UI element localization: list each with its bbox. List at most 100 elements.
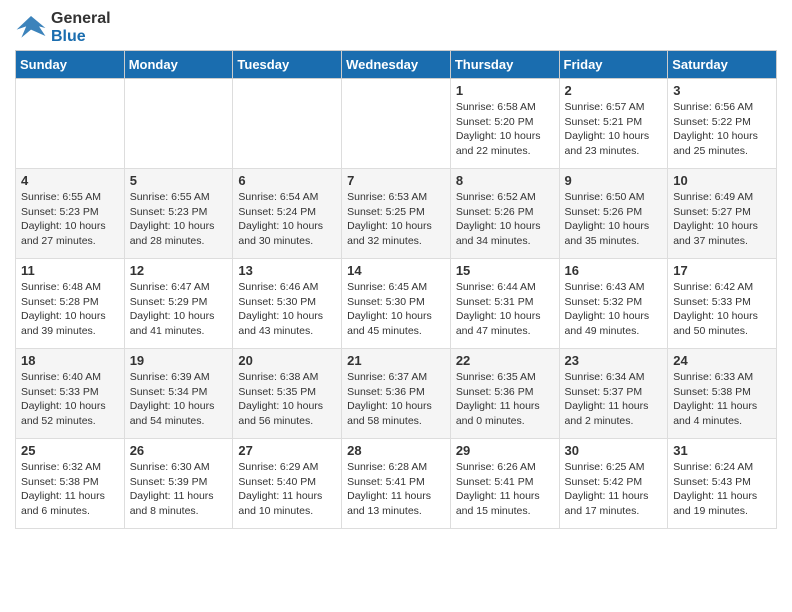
calendar-table: SundayMondayTuesdayWednesdayThursdayFrid… <box>15 50 777 529</box>
calendar-cell: 2Sunrise: 6:57 AM Sunset: 5:21 PM Daylig… <box>559 79 668 169</box>
calendar-cell: 5 Sunrise: 6:55 AM Sunset: 5:23 PM Daylig… <box>124 169 233 259</box>
weekday-header: Wednesday <box>342 51 451 79</box>
day-info: Sunrise: 6:42 AM Sunset: 5:33 PM Dayligh… <box>673 280 771 339</box>
day-info: Sunrise: 6:45 AM Sunset: 5:30 PM Dayligh… <box>347 280 445 339</box>
calendar-cell: 6 Sunrise: 6:54 AM Sunset: 5:24 PM Daylig… <box>233 169 342 259</box>
day-info: Sunrise: 6:49 AM Sunset: 5:27 PM Dayligh… <box>673 190 771 249</box>
day-info: Sunrise: 6:58 AM Sunset: 5:20 PM Dayligh… <box>456 100 554 159</box>
calendar-cell: 31 Sunrise: 6:24 AM Sunset: 5:43 PM Dayli… <box>668 439 777 529</box>
day-info: Sunrise: 6:56 AM Sunset: 5:22 PM Dayligh… <box>673 100 771 159</box>
day-number: 14 <box>347 263 445 278</box>
day-info: Sunrise: 6:28 AM Sunset: 5:41 PM Dayligh… <box>347 460 445 519</box>
calendar-cell: 24 Sunrise: 6:33 AM Sunset: 5:38 PM Dayli… <box>668 349 777 439</box>
day-number: 23 <box>565 353 663 368</box>
day-info: Sunrise: 6:32 AM Sunset: 5:38 PM Dayligh… <box>21 460 119 519</box>
day-number: 28 <box>347 443 445 458</box>
calendar-cell: 23 Sunrise: 6:34 AM Sunset: 5:37 PM Dayli… <box>559 349 668 439</box>
calendar-cell: 10Sunrise: 6:49 AM Sunset: 5:27 PM Dayli… <box>668 169 777 259</box>
calendar-cell: 19 Sunrise: 6:39 AM Sunset: 5:34 PM Dayli… <box>124 349 233 439</box>
calendar-cell: 3 Sunrise: 6:56 AM Sunset: 5:22 PM Daylig… <box>668 79 777 169</box>
calendar-cell <box>16 79 125 169</box>
weekday-header: Sunday <box>16 51 125 79</box>
calendar-cell: 20Sunrise: 6:38 AM Sunset: 5:35 PM Dayli… <box>233 349 342 439</box>
logo-icon <box>15 12 47 44</box>
calendar-cell: 17 Sunrise: 6:42 AM Sunset: 5:33 PM Dayli… <box>668 259 777 349</box>
calendar-cell: 7 Sunrise: 6:53 AM Sunset: 5:25 PM Daylig… <box>342 169 451 259</box>
day-info: Sunrise: 6:33 AM Sunset: 5:38 PM Dayligh… <box>673 370 771 429</box>
calendar-cell: 18 Sunrise: 6:40 AM Sunset: 5:33 PM Dayli… <box>16 349 125 439</box>
day-info: Sunrise: 6:43 AM Sunset: 5:32 PM Dayligh… <box>565 280 663 339</box>
calendar-cell <box>124 79 233 169</box>
logo: General Blue <box>15 10 111 46</box>
day-number: 8 <box>456 173 554 188</box>
day-number: 30 <box>565 443 663 458</box>
calendar-cell: 12Sunrise: 6:47 AM Sunset: 5:29 PM Dayli… <box>124 259 233 349</box>
day-number: 2 <box>565 83 663 98</box>
day-number: 24 <box>673 353 771 368</box>
day-info: Sunrise: 6:40 AM Sunset: 5:33 PM Dayligh… <box>21 370 119 429</box>
day-number: 6 <box>238 173 336 188</box>
day-info: Sunrise: 6:29 AM Sunset: 5:40 PM Dayligh… <box>238 460 336 519</box>
day-number: 1 <box>456 83 554 98</box>
day-number: 26 <box>130 443 228 458</box>
day-info: Sunrise: 6:35 AM Sunset: 5:36 PM Dayligh… <box>456 370 554 429</box>
calendar-week-row: 18 Sunrise: 6:40 AM Sunset: 5:33 PM Dayli… <box>16 349 777 439</box>
calendar-cell: 15Sunrise: 6:44 AM Sunset: 5:31 PM Dayli… <box>450 259 559 349</box>
day-info: Sunrise: 6:24 AM Sunset: 5:43 PM Dayligh… <box>673 460 771 519</box>
day-info: Sunrise: 6:37 AM Sunset: 5:36 PM Dayligh… <box>347 370 445 429</box>
calendar-cell: 14 Sunrise: 6:45 AM Sunset: 5:30 PM Dayli… <box>342 259 451 349</box>
calendar-cell: 8 Sunrise: 6:52 AM Sunset: 5:26 PM Daylig… <box>450 169 559 259</box>
day-info: Sunrise: 6:48 AM Sunset: 5:28 PM Dayligh… <box>21 280 119 339</box>
calendar-week-row: 1 Sunrise: 6:58 AM Sunset: 5:20 PM Daylig… <box>16 79 777 169</box>
calendar-cell <box>233 79 342 169</box>
day-info: Sunrise: 6:46 AM Sunset: 5:30 PM Dayligh… <box>238 280 336 339</box>
day-number: 17 <box>673 263 771 278</box>
calendar-week-row: 25 Sunrise: 6:32 AM Sunset: 5:38 PM Dayli… <box>16 439 777 529</box>
calendar-cell: 30 Sunrise: 6:25 AM Sunset: 5:42 PM Dayli… <box>559 439 668 529</box>
day-info: Sunrise: 6:30 AM Sunset: 5:39 PM Dayligh… <box>130 460 228 519</box>
weekday-header: Friday <box>559 51 668 79</box>
day-info: Sunrise: 6:50 AM Sunset: 5:26 PM Dayligh… <box>565 190 663 249</box>
day-info: Sunrise: 6:55 AM Sunset: 5:23 PM Dayligh… <box>130 190 228 249</box>
day-number: 25 <box>21 443 119 458</box>
day-number: 4 <box>21 173 119 188</box>
calendar-cell <box>342 79 451 169</box>
calendar-cell: 29Sunrise: 6:26 AM Sunset: 5:41 PM Dayli… <box>450 439 559 529</box>
day-number: 9 <box>565 173 663 188</box>
day-number: 21 <box>347 353 445 368</box>
weekday-header: Saturday <box>668 51 777 79</box>
day-number: 12 <box>130 263 228 278</box>
calendar-cell: 9 Sunrise: 6:50 AM Sunset: 5:26 PM Daylig… <box>559 169 668 259</box>
day-info: Sunrise: 6:25 AM Sunset: 5:42 PM Dayligh… <box>565 460 663 519</box>
calendar-cell: 11Sunrise: 6:48 AM Sunset: 5:28 PM Dayli… <box>16 259 125 349</box>
day-info: Sunrise: 6:44 AM Sunset: 5:31 PM Dayligh… <box>456 280 554 339</box>
calendar-cell: 27 Sunrise: 6:29 AM Sunset: 5:40 PM Dayli… <box>233 439 342 529</box>
day-info: Sunrise: 6:39 AM Sunset: 5:34 PM Dayligh… <box>130 370 228 429</box>
day-number: 27 <box>238 443 336 458</box>
calendar-week-row: 4 Sunrise: 6:55 AM Sunset: 5:23 PM Daylig… <box>16 169 777 259</box>
calendar-cell: 1 Sunrise: 6:58 AM Sunset: 5:20 PM Daylig… <box>450 79 559 169</box>
day-number: 31 <box>673 443 771 458</box>
day-number: 19 <box>130 353 228 368</box>
day-number: 7 <box>347 173 445 188</box>
calendar-cell: 21 Sunrise: 6:37 AM Sunset: 5:36 PM Dayli… <box>342 349 451 439</box>
day-info: Sunrise: 6:26 AM Sunset: 5:41 PM Dayligh… <box>456 460 554 519</box>
day-info: Sunrise: 6:53 AM Sunset: 5:25 PM Dayligh… <box>347 190 445 249</box>
header: General Blue <box>15 10 777 46</box>
calendar-cell: 13 Sunrise: 6:46 AM Sunset: 5:30 PM Dayli… <box>233 259 342 349</box>
weekday-header: Monday <box>124 51 233 79</box>
day-info: Sunrise: 6:34 AM Sunset: 5:37 PM Dayligh… <box>565 370 663 429</box>
calendar-cell: 22 Sunrise: 6:35 AM Sunset: 5:36 PM Dayli… <box>450 349 559 439</box>
day-info: Sunrise: 6:55 AM Sunset: 5:23 PM Dayligh… <box>21 190 119 249</box>
weekday-header: Tuesday <box>233 51 342 79</box>
day-number: 3 <box>673 83 771 98</box>
calendar-cell: 28 Sunrise: 6:28 AM Sunset: 5:41 PM Dayli… <box>342 439 451 529</box>
day-number: 18 <box>21 353 119 368</box>
day-number: 22 <box>456 353 554 368</box>
day-info: Sunrise: 6:52 AM Sunset: 5:26 PM Dayligh… <box>456 190 554 249</box>
day-number: 13 <box>238 263 336 278</box>
day-number: 16 <box>565 263 663 278</box>
day-info: Sunrise: 6:54 AM Sunset: 5:24 PM Dayligh… <box>238 190 336 249</box>
calendar-week-row: 11Sunrise: 6:48 AM Sunset: 5:28 PM Dayli… <box>16 259 777 349</box>
day-number: 5 <box>130 173 228 188</box>
